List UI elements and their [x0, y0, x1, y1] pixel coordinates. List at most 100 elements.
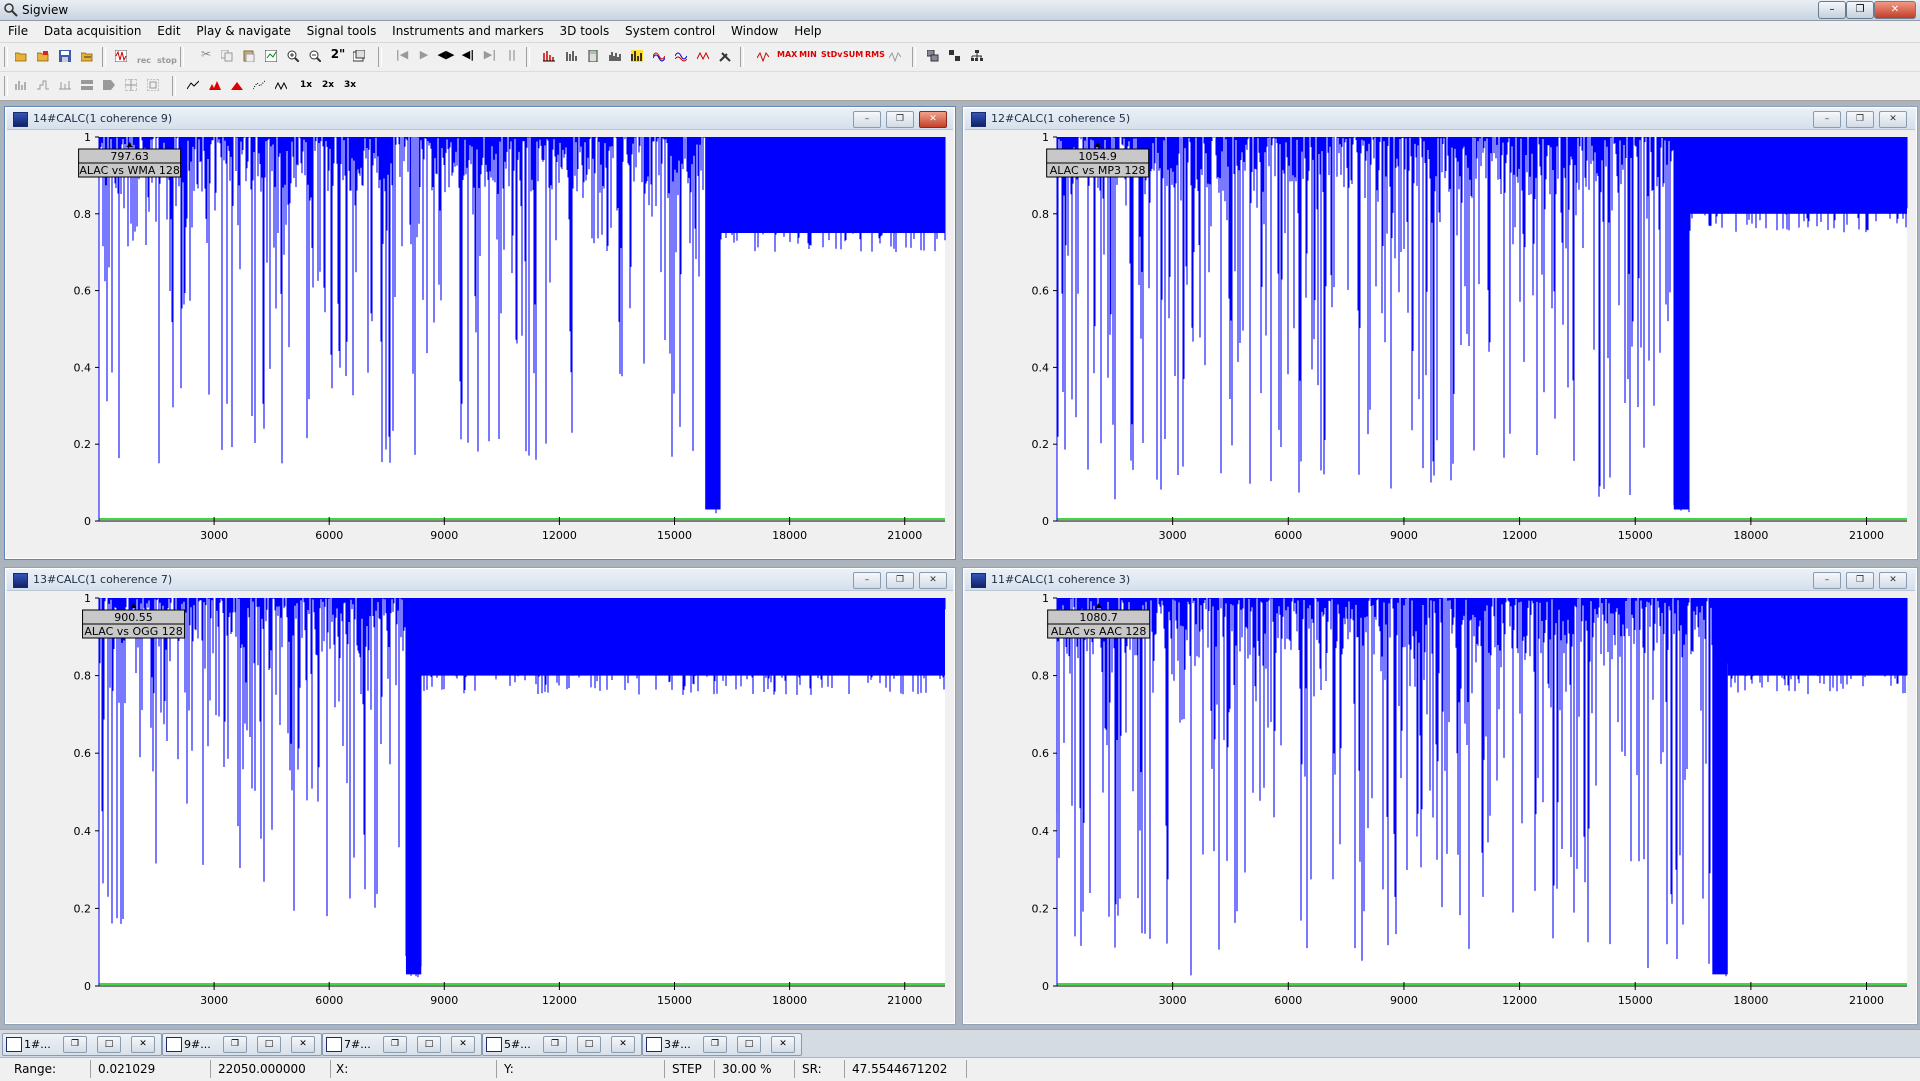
zoom-area-icon[interactable]	[262, 47, 280, 65]
menu-3d-tools[interactable]: 3D tools	[554, 21, 616, 42]
zoom-2x-icon[interactable]: 2"	[328, 47, 346, 65]
calculator-icon[interactable]	[584, 47, 602, 65]
maximize-icon[interactable]: □	[737, 1036, 761, 1053]
menu-file[interactable]: File	[0, 21, 34, 42]
filter-icon[interactable]	[672, 47, 690, 65]
min-icon[interactable]: MIN	[798, 47, 817, 65]
restore-icon[interactable]: ❐	[63, 1036, 87, 1053]
maximize-icon[interactable]: □	[97, 1036, 121, 1053]
stdev-icon[interactable]: StDv	[820, 47, 842, 65]
plot-window-13[interactable]: 13#CALC(1 coherence 7) – ❐ ✕ 0 0.2 0.4 0.6 0…	[4, 567, 956, 1025]
open-signal-icon[interactable]	[34, 47, 52, 65]
close-plot-button[interactable]: ✕	[1879, 111, 1907, 128]
restore-plot-button[interactable]: ❐	[1846, 111, 1874, 128]
close-icon[interactable]: ✕	[611, 1036, 635, 1053]
coherence-chart[interactable]: 0 0.2 0.4 0.6 0.8 1 3000 6000 9000 12000 15000 1800…	[9, 131, 949, 555]
histogram-icon[interactable]	[606, 47, 624, 65]
channel-split-icon[interactable]	[78, 76, 96, 94]
maximize-icon[interactable]: □	[257, 1036, 281, 1053]
fill-area-icon[interactable]	[228, 76, 246, 94]
menu-signal-tools[interactable]: Signal tools	[301, 21, 383, 42]
plot-window-12[interactable]: 12#CALC(1 coherence 5) – ❐ ✕ 0 0.2 0.4 0.6 0…	[962, 106, 1918, 560]
restore-plot-button[interactable]: ❐	[886, 111, 914, 128]
line-display-icon[interactable]	[184, 76, 202, 94]
go-start-icon[interactable]: |◀	[392, 47, 410, 65]
minimize-plot-button[interactable]: –	[1813, 111, 1841, 128]
cross-correlation-icon[interactable]	[650, 47, 668, 65]
restore-icon[interactable]: ❐	[543, 1036, 567, 1053]
coherence-chart[interactable]: 0 0.2 0.4 0.6 0.8 1 3000 6000 9000 12000 15000 1800…	[9, 592, 949, 1020]
maximize-icon[interactable]: □	[577, 1036, 601, 1053]
minimized-window-3[interactable]: 3#... ❐ □ ✕	[642, 1033, 802, 1056]
scale-3x-button[interactable]: 3x	[340, 76, 358, 94]
cut-icon[interactable]: ✂	[196, 47, 214, 65]
restore-icon[interactable]: ❐	[223, 1036, 247, 1053]
restore-plot-button[interactable]: ❐	[1846, 572, 1874, 589]
close-window-button[interactable]: ✕	[1874, 1, 1916, 19]
minimized-window-5[interactable]: 5#... ❐ □ ✕	[482, 1033, 642, 1056]
zoom-in-icon[interactable]	[284, 47, 302, 65]
sum-icon[interactable]: SUM	[842, 47, 863, 65]
go-end-icon[interactable]: ▶|	[480, 47, 498, 65]
overlay-icon[interactable]	[100, 76, 118, 94]
step-back-icon[interactable]: ◀▶	[436, 47, 455, 65]
grid-small-icon[interactable]	[122, 76, 140, 94]
cascade-windows-icon[interactable]	[924, 47, 942, 65]
scale-2x-button[interactable]: 2x	[318, 76, 336, 94]
minimize-window-button[interactable]: –	[1818, 1, 1846, 19]
save-icon[interactable]	[56, 47, 74, 65]
minimize-plot-button[interactable]: –	[853, 572, 881, 589]
peak-detect-icon[interactable]	[628, 47, 646, 65]
maximize-icon[interactable]: □	[417, 1036, 441, 1053]
coherence-chart[interactable]: 0 0.2 0.4 0.6 0.8 1 3000 6000 9000 12000 15000 1800…	[967, 592, 1911, 1020]
menu-data-acquisition[interactable]: Data acquisition	[38, 21, 148, 42]
restore-plot-button[interactable]: ❐	[886, 572, 914, 589]
instrument-settings-icon[interactable]	[886, 47, 904, 65]
close-icon[interactable]: ✕	[291, 1036, 315, 1053]
plot-window-caption[interactable]: 12#CALC(1 coherence 5) – ❐ ✕	[965, 109, 1915, 130]
stop-icon[interactable]: stop	[156, 47, 177, 65]
close-icon[interactable]: ✕	[131, 1036, 155, 1053]
restore-icon[interactable]: ❐	[703, 1036, 727, 1053]
signal-instrument-icon[interactable]	[754, 47, 772, 65]
menu-play-navigate[interactable]: Play & navigate	[190, 21, 296, 42]
envelope-icon[interactable]	[272, 76, 290, 94]
signal-generator-icon[interactable]	[112, 47, 130, 65]
menu-help[interactable]: Help	[788, 21, 827, 42]
open-folder-icon[interactable]	[12, 47, 30, 65]
dot-display-icon[interactable]	[250, 76, 268, 94]
menu-window[interactable]: Window	[725, 21, 784, 42]
restore-window-button[interactable]: ❐	[1846, 1, 1874, 19]
coherence-chart[interactable]: 0 0.2 0.4 0.6 0.8 1 3000 6000 9000 12000 15000 1800…	[967, 131, 1911, 555]
close-icon[interactable]: ✕	[451, 1036, 475, 1053]
minimized-window-7[interactable]: 7#... ❐ □ ✕	[322, 1033, 482, 1056]
close-icon[interactable]: ✕	[771, 1036, 795, 1053]
close-plot-button[interactable]: ✕	[919, 572, 947, 589]
minimize-plot-button[interactable]: –	[853, 111, 881, 128]
plot-window-caption[interactable]: 13#CALC(1 coherence 7) – ❐ ✕	[7, 570, 953, 591]
window-properties-icon[interactable]	[350, 47, 368, 65]
plot-window-14[interactable]: 14#CALC(1 coherence 9) – ❐ ✕ 0 0.2 0.4 0.6 0…	[4, 106, 956, 560]
marker-display-icon[interactable]	[56, 76, 74, 94]
paste-icon[interactable]	[240, 47, 258, 65]
close-plot-button[interactable]: ✕	[1879, 572, 1907, 589]
close-plot-button[interactable]: ✕	[919, 111, 947, 128]
spectrogram-icon[interactable]	[562, 47, 580, 65]
peak-marker-icon[interactable]	[206, 76, 224, 94]
rms-icon[interactable]: RMS	[864, 47, 885, 65]
arrange-tree-icon[interactable]	[968, 47, 986, 65]
zoom-out-icon[interactable]	[306, 47, 324, 65]
menu-instruments-markers[interactable]: Instruments and markers	[386, 21, 550, 42]
minimized-window-1[interactable]: 1#... ❐ □ ✕	[2, 1033, 162, 1056]
record-icon[interactable]: rec	[134, 47, 152, 65]
step-display-icon[interactable]	[34, 76, 52, 94]
open-project-icon[interactable]	[78, 47, 96, 65]
plot-window-caption[interactable]: 14#CALC(1 coherence 9) – ❐ ✕	[7, 109, 953, 130]
bar-display-icon[interactable]	[12, 76, 30, 94]
max-icon[interactable]: MAX	[776, 47, 797, 65]
minimize-plot-button[interactable]: –	[1813, 572, 1841, 589]
menu-edit[interactable]: Edit	[151, 21, 186, 42]
tile-windows-icon[interactable]	[946, 47, 964, 65]
step-play-icon[interactable]: ◀|	[458, 47, 476, 65]
plot-window-11[interactable]: 11#CALC(1 coherence 3) – ❐ ✕ 0 0.2 0.4 0.6 0…	[962, 567, 1918, 1025]
